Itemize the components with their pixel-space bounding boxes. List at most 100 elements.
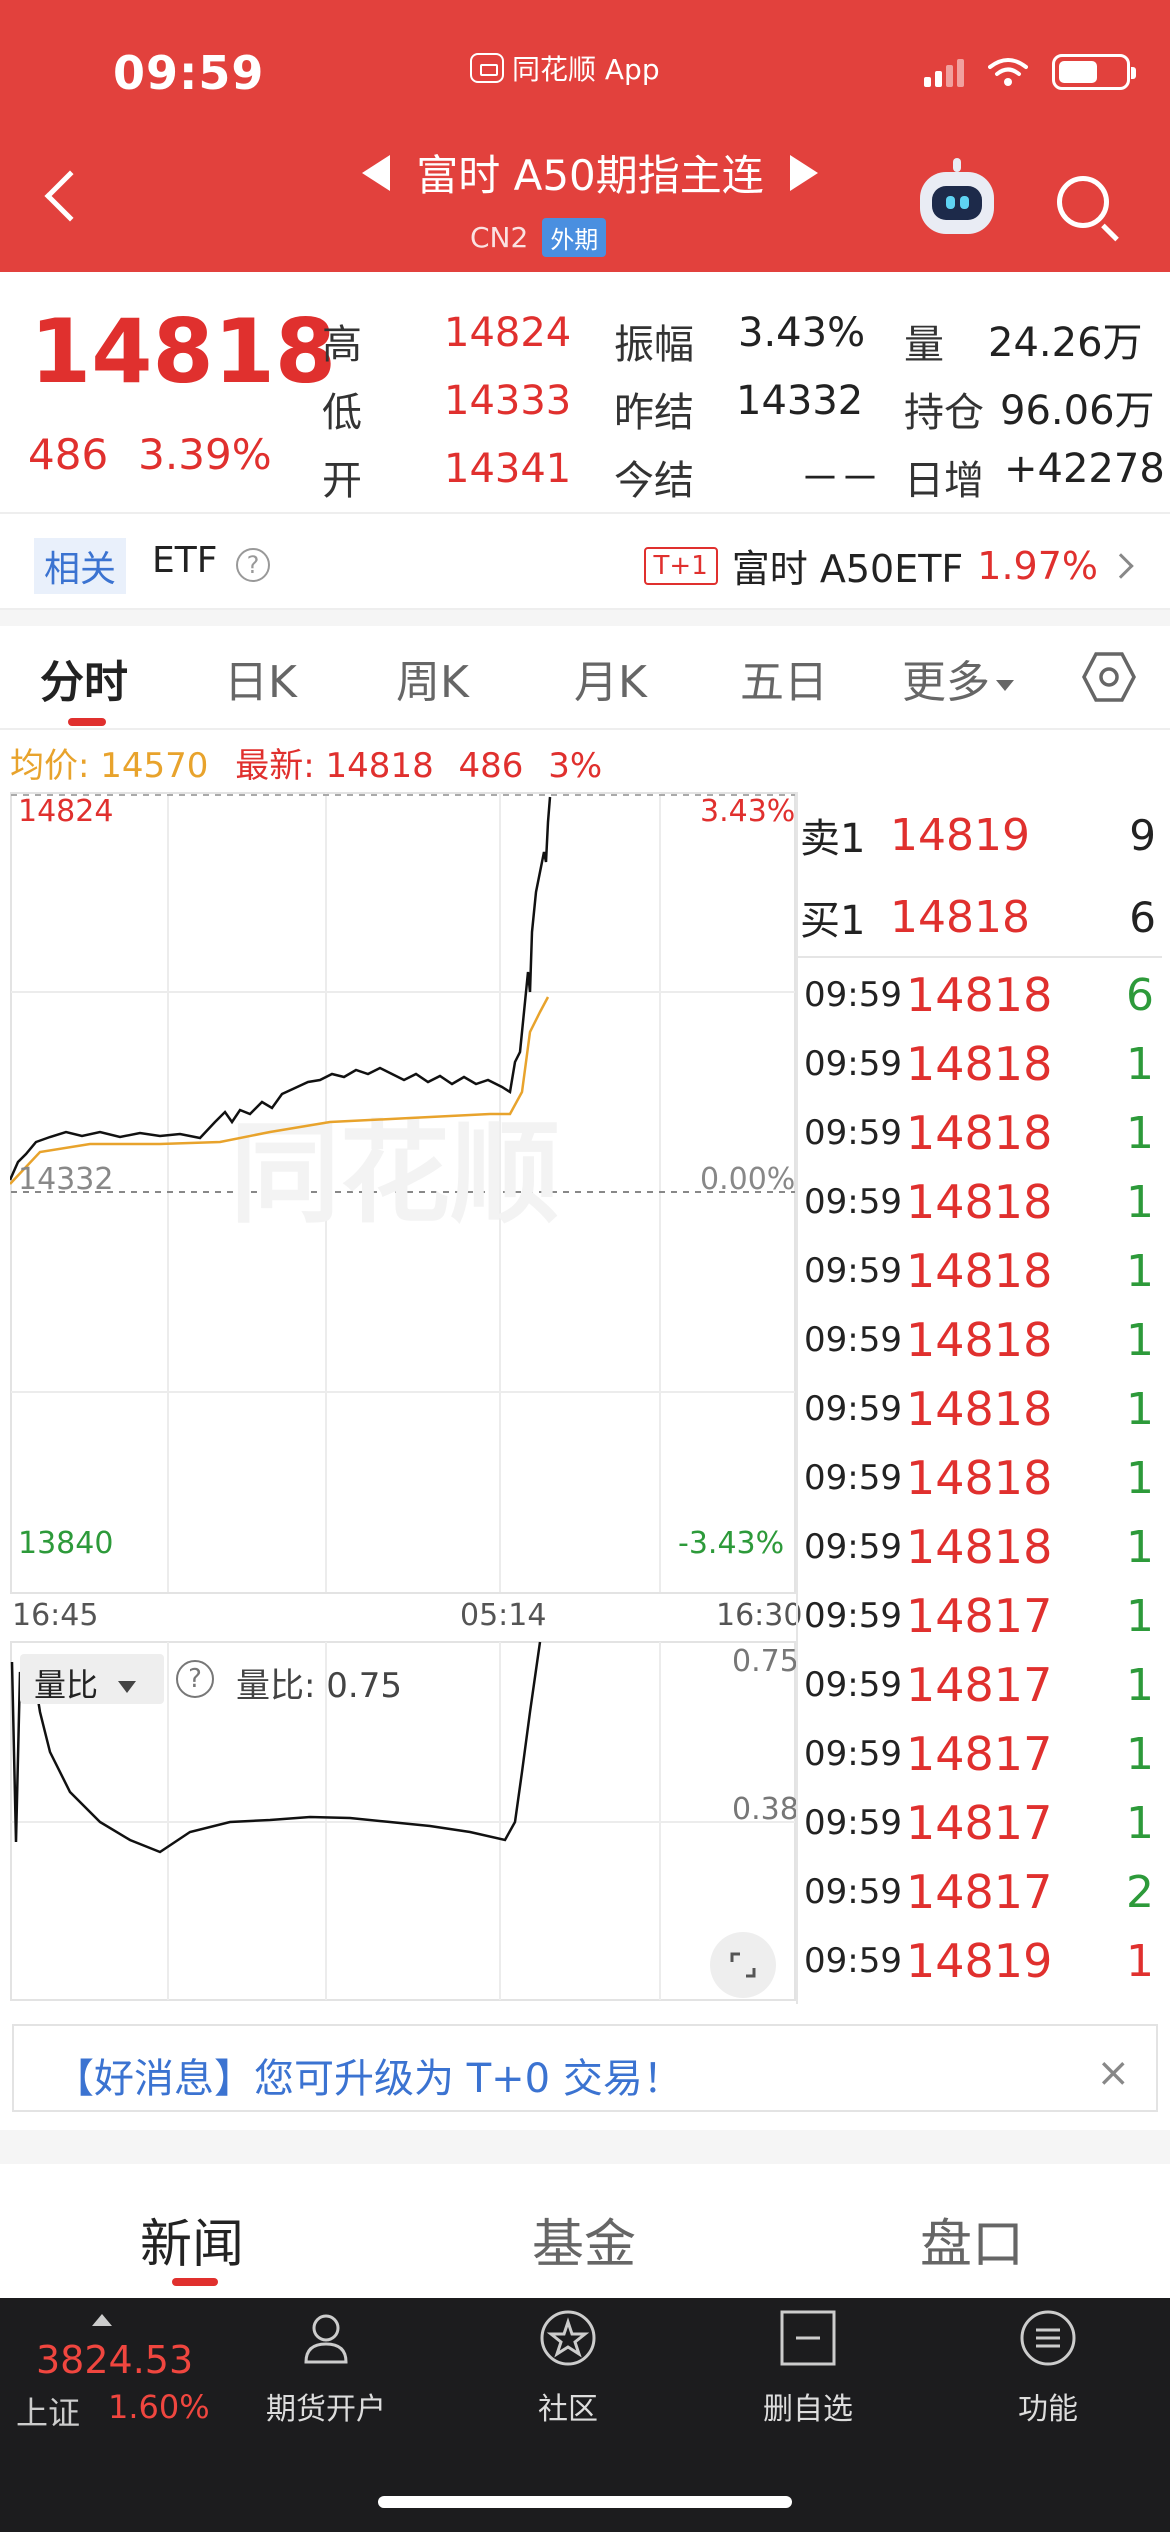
close-icon[interactable]: ×: [1096, 2050, 1130, 2096]
tick-volume: 1: [1126, 1590, 1154, 1642]
tick-volume: 1: [1126, 1038, 1154, 1090]
chart-tabs: 分时 日K 周K 月K 五日 更多: [0, 626, 1170, 730]
tick-time: 09:59: [804, 1320, 902, 1360]
index-value[interactable]: 3824.53: [36, 2338, 193, 2382]
prev-contract-arrow-icon[interactable]: [362, 154, 391, 191]
header-bar: 09:59 同花顺 App 富时 A50期指主连 CN2 外期: [0, 0, 1170, 272]
bottom-nav-open-account[interactable]: 期货开户: [236, 2308, 416, 2428]
tick-volume: 1: [1126, 1176, 1154, 1228]
tick-price: 14818: [906, 1313, 1053, 1367]
tick-time: 09:59: [804, 1044, 902, 1084]
home-indicator[interactable]: [378, 2496, 792, 2508]
tab-order-flow[interactable]: 盘口: [920, 2202, 1024, 2277]
tick-time: 09:59: [804, 975, 902, 1015]
volume-ratio-help-icon[interactable]: ?: [176, 1660, 214, 1698]
minus-square-icon: [780, 2310, 836, 2366]
tick-volume: 1: [1126, 1797, 1154, 1849]
latest-percent: 3%: [548, 746, 603, 786]
prev-settle-value: 14332: [736, 378, 864, 424]
ratio-axis-top: 0.75: [732, 1644, 799, 1679]
ask-1-row: 卖1 14819 9: [798, 806, 1162, 864]
tick-time: 09:59: [804, 1251, 902, 1291]
intraday-chart[interactable]: 同花顺 14824 3.43% 14332 0.00% 13840 -3.43%…: [10, 792, 802, 2002]
tick-volume: 1: [1126, 1107, 1154, 1159]
status-time: 09:59: [113, 46, 265, 100]
tick-row: 09:59 14818 1: [798, 1451, 1162, 1505]
avg-label: 均价:: [10, 746, 90, 786]
daily-increase-label: 日增: [904, 458, 984, 504]
latest-label: 最新:: [235, 746, 315, 786]
tab-more[interactable]: 更多: [902, 646, 1014, 710]
etf-name: 富时 A50ETF: [731, 547, 964, 591]
chevron-right-icon: [1108, 552, 1134, 579]
tab-more-label: 更多: [902, 657, 990, 708]
status-app-label: 同花顺 App: [512, 53, 660, 86]
help-icon[interactable]: ?: [236, 548, 270, 582]
bid-label: 买1: [800, 898, 866, 944]
open-value: 14341: [444, 446, 572, 492]
tick-price: 14817: [906, 1865, 1053, 1919]
book-divider: [798, 956, 1162, 958]
tab-news[interactable]: 新闻: [140, 2202, 244, 2277]
tab-intraday[interactable]: 分时: [40, 646, 128, 710]
bottom-nav-functions[interactable]: 功能: [958, 2308, 1138, 2428]
news-tabs: 新闻 基金 盘口: [0, 2164, 1170, 2298]
bid-1-row: 买1 14818 6: [798, 888, 1162, 946]
tick-price: 14818: [906, 1037, 1053, 1091]
volume-ratio-text: 量比: 0.75: [236, 1666, 402, 1706]
tick-time: 09:59: [804, 1665, 902, 1705]
etf-percent: 1.97%: [977, 543, 1098, 588]
tick-row: 09:59 14817 1: [798, 1589, 1162, 1643]
tick-volume: 1: [1126, 1521, 1154, 1573]
tab-monthly-k[interactable]: 月K: [574, 646, 647, 710]
fullscreen-icon[interactable]: [710, 1932, 776, 1998]
low-value: 14333: [444, 378, 572, 424]
x-axis-mid: 05:14: [460, 1598, 547, 1633]
bid-volume: 6: [1129, 892, 1156, 942]
tab-weekly-k[interactable]: 周K: [396, 646, 469, 710]
tick-time: 09:59: [804, 1389, 902, 1429]
tick-price: 14818: [906, 968, 1053, 1022]
tick-volume: 1: [1126, 1383, 1154, 1435]
tab-funds[interactable]: 基金: [532, 2202, 636, 2277]
tab-daily-k[interactable]: 日K: [224, 646, 297, 710]
index-up-caret-icon: [92, 2314, 112, 2326]
open-interest-value: 96.06万: [1000, 388, 1155, 434]
t1-badge: T+1: [643, 546, 718, 585]
back-icon[interactable]: [44, 170, 96, 222]
tick-volume: 6: [1126, 969, 1154, 1021]
index-name: 上证: [16, 2394, 81, 2432]
settings-hexagon-icon[interactable]: [1082, 650, 1136, 704]
volume-ratio-selector[interactable]: 量比: [20, 1654, 164, 1704]
etf-link[interactable]: T+1 富时 A50ETF 1.97%: [643, 538, 1134, 593]
tick-row: 09:59 14817 1: [798, 1796, 1162, 1850]
next-contract-arrow-icon[interactable]: [789, 154, 818, 191]
page-title: 富时 A50期指主连: [416, 151, 764, 200]
amplitude-label: 振幅: [614, 322, 694, 368]
change-value: 486: [28, 430, 109, 479]
tick-price: 14817: [906, 1658, 1053, 1712]
etf-label: ETF: [152, 540, 218, 581]
search-icon[interactable]: [1057, 176, 1109, 228]
tab-five-day[interactable]: 五日: [740, 646, 828, 710]
volume-ratio-selector-label: 量比: [34, 1666, 99, 1704]
quote-panel: 14818 486 3.39% 高 14824 低 14333 开 14341 …: [0, 272, 1170, 512]
upgrade-notice[interactable]: 【好消息】您可升级为 T+0 交易！ ×: [12, 2024, 1158, 2112]
intraday-summary: 均价: 14570 最新: 14818 486 3%: [10, 738, 602, 787]
tick-row: 09:59 14818 1: [798, 1313, 1162, 1367]
tick-volume: 1: [1126, 1314, 1154, 1366]
index-percent: 1.60%: [108, 2388, 210, 2426]
related-etf-row[interactable]: 相关 ETF ? T+1 富时 A50ETF 1.97%: [0, 512, 1170, 610]
open-label: 开: [322, 458, 362, 504]
amplitude-value: 3.43%: [738, 310, 866, 356]
status-app-indicator[interactable]: 同花顺 App: [470, 48, 660, 88]
assistant-robot-icon[interactable]: [920, 158, 994, 234]
y-axis-top-price: 14824: [18, 794, 114, 829]
y-axis-bottom-percent: -3.43%: [678, 1526, 785, 1561]
bottom-nav-remove-watchlist[interactable]: 删自选: [718, 2308, 898, 2428]
bottom-nav-label: 功能: [1018, 2392, 1078, 2427]
price-change: 486 3.39%: [28, 430, 272, 479]
bottom-nav-community[interactable]: 社区: [478, 2308, 658, 2428]
y-axis-mid-price: 14332: [18, 1162, 114, 1197]
tick-price: 14817: [906, 1589, 1053, 1643]
